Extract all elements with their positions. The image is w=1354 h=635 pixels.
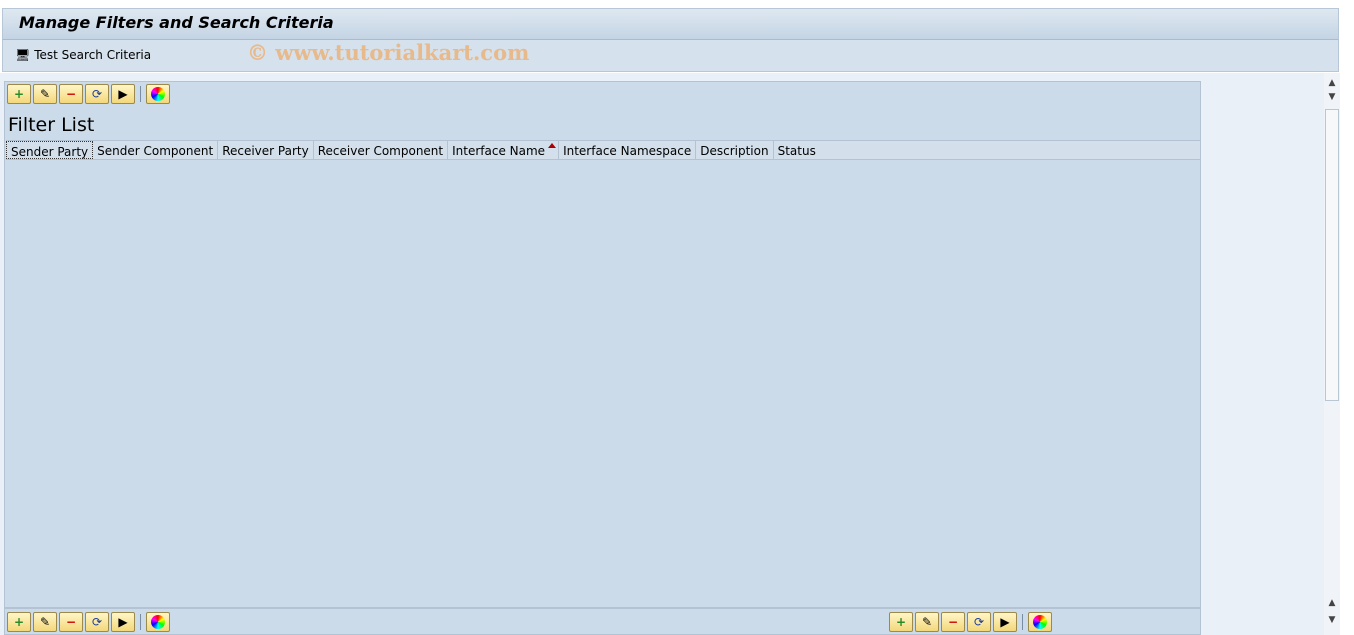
refresh-icon: ⟳: [91, 87, 103, 101]
edit-icon: ✎: [39, 615, 51, 629]
separator: [140, 86, 141, 102]
refresh-button[interactable]: ⟳: [85, 84, 109, 104]
colors-icon: [151, 615, 165, 629]
vertical-scrollbar[interactable]: ▲ ▼ ▲ ▼: [1324, 73, 1340, 635]
colors-icon: [151, 87, 165, 101]
refresh-button[interactable]: ⟳: [85, 612, 109, 632]
delete-icon: −: [65, 87, 77, 101]
content-area: + ✎ − ⟳ ▶ Filter List Sender Party Sende…: [0, 73, 1324, 635]
edit-icon: ✎: [921, 615, 933, 629]
create-icon: +: [13, 615, 25, 629]
delete-icon: −: [947, 615, 959, 629]
create-button[interactable]: +: [889, 612, 913, 632]
column-sender-component[interactable]: Sender Component: [93, 141, 219, 159]
column-interface-name[interactable]: Interface Name: [448, 141, 560, 159]
sort-ascending-icon: [548, 143, 557, 148]
column-label: Interface Name: [452, 144, 546, 158]
watermark: © www.tutorialkart.com: [247, 40, 530, 65]
delete-button[interactable]: −: [941, 612, 965, 632]
scroll-down-icon[interactable]: ▼: [1324, 612, 1340, 628]
create-icon: +: [895, 615, 907, 629]
execute-button[interactable]: ▶: [111, 612, 135, 632]
refresh-button[interactable]: ⟳: [967, 612, 991, 632]
delete-icon: −: [65, 615, 77, 629]
execute-icon: ▶: [118, 615, 128, 629]
separator: [140, 614, 141, 630]
execute-icon: ▶: [1000, 615, 1010, 629]
panel-title: Filter List: [8, 114, 95, 136]
window-title: Manage Filters and Search Criteria: [19, 13, 334, 32]
scroll-thumb[interactable]: [1325, 109, 1339, 401]
colors-button[interactable]: [146, 84, 170, 104]
column-receiver-component[interactable]: Receiver Component: [314, 141, 449, 159]
create-icon: +: [13, 87, 25, 101]
delete-button[interactable]: −: [59, 612, 83, 632]
edit-button[interactable]: ✎: [915, 612, 939, 632]
column-receiver-party[interactable]: Receiver Party: [218, 141, 314, 159]
refresh-icon: ⟳: [973, 615, 985, 629]
application-toolbar: 🖥 Test Search Criteria © www.tutorialkar…: [2, 39, 1339, 72]
filter-list-panel: + ✎ − ⟳ ▶ Filter List Sender Party Sende…: [4, 81, 1201, 608]
refresh-icon: ⟳: [91, 615, 103, 629]
table-header: Sender Party Sender Component Receiver P…: [6, 140, 1200, 160]
execute-button[interactable]: ▶: [111, 84, 135, 104]
bottom-toolbar: + ✎ − ⟳ ▶ + ✎ − ⟳ ▶: [4, 608, 1201, 635]
title-bar: Manage Filters and Search Criteria: [2, 8, 1339, 39]
colors-button[interactable]: [146, 612, 170, 632]
column-sender-party[interactable]: Sender Party: [6, 141, 94, 159]
execute-button[interactable]: ▶: [993, 612, 1017, 632]
test-icon: 🖥: [15, 48, 31, 62]
scroll-up-icon[interactable]: ▲: [1324, 595, 1340, 611]
delete-button[interactable]: −: [59, 84, 83, 104]
column-interface-namespace[interactable]: Interface Namespace: [559, 141, 697, 159]
test-search-criteria-button[interactable]: 🖥 Test Search Criteria: [15, 48, 151, 62]
create-button[interactable]: +: [7, 84, 31, 104]
top-toolbar: + ✎ − ⟳ ▶: [7, 84, 170, 104]
edit-icon: ✎: [39, 87, 51, 101]
execute-icon: ▶: [118, 87, 128, 101]
colors-button[interactable]: [1028, 612, 1052, 632]
create-button[interactable]: +: [7, 612, 31, 632]
column-description[interactable]: Description: [696, 141, 774, 159]
test-search-criteria-label: Test Search Criteria: [34, 48, 152, 62]
column-status[interactable]: Status: [774, 141, 820, 159]
edit-button[interactable]: ✎: [33, 612, 57, 632]
edit-button[interactable]: ✎: [33, 84, 57, 104]
colors-icon: [1033, 615, 1047, 629]
scroll-down-icon[interactable]: ▼: [1324, 89, 1340, 105]
separator: [1022, 614, 1023, 630]
